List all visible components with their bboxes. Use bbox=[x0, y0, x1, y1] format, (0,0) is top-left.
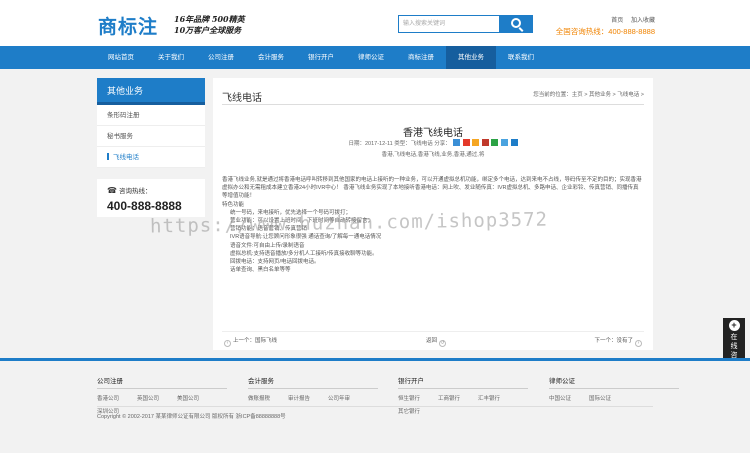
pager: ‹ 上一个：国际飞线 返回 ↺ 下一个：没有了 › bbox=[222, 331, 644, 347]
sidebar-item-secretary[interactable]: 秘书服务 bbox=[97, 126, 205, 147]
article-tags: 香港,飞线电话,香港飞线,业务,香港,通过,将 bbox=[381, 152, 485, 158]
footer-col-notary: 律师公证 中国公证 国际公证 bbox=[549, 375, 679, 406]
title-divider bbox=[222, 104, 644, 105]
slogan: 16年品牌 500精英 10万客户全球服务 bbox=[174, 14, 245, 36]
nav-item-home[interactable]: 网站首页 bbox=[96, 46, 146, 69]
body-line: 回拨电话：支持网页/电话回拨电话。 bbox=[230, 259, 320, 266]
footer-links: 中国公证 国际公证 bbox=[549, 393, 679, 406]
search-input[interactable]: 输入搜索关键词 bbox=[398, 15, 500, 33]
next-link-text: 下一个：没有了 bbox=[594, 338, 633, 344]
contact-box: ☎ 咨询热线： 400-888-8888 bbox=[97, 179, 205, 217]
body-heading: 特色功能 bbox=[222, 201, 245, 208]
share-plus-icon[interactable] bbox=[510, 139, 518, 146]
footer-col-bank: 银行开户 恒生银行 工商银行 汇丰银行其它银行 bbox=[398, 375, 528, 419]
nav-item-bank-account[interactable]: 银行开户 bbox=[296, 46, 346, 69]
footer-col-title[interactable]: 公司注册 bbox=[97, 375, 227, 389]
prev-link-text: 上一个：国际飞线 bbox=[233, 338, 278, 344]
nav-item-contact[interactable]: 联系我们 bbox=[496, 46, 546, 69]
footer-col-title[interactable]: 会计服务 bbox=[248, 375, 378, 389]
footer-link[interactable]: 香港公司 bbox=[97, 393, 137, 406]
footer-link[interactable]: 美国公司 bbox=[177, 393, 217, 406]
footer-link[interactable]: 恒生银行 bbox=[398, 393, 438, 406]
contact-label-row: ☎ 咨询热线： bbox=[107, 185, 195, 195]
slogan-line-1: 16年品牌 500精英 bbox=[174, 14, 245, 24]
sidebar-item-barcode[interactable]: 条形码注册 bbox=[97, 105, 205, 126]
search-button[interactable] bbox=[500, 15, 533, 33]
nav-item-company-registration[interactable]: 公司注册 bbox=[196, 46, 246, 69]
section-title: 飞线电话 bbox=[222, 93, 262, 104]
footer-col-title[interactable]: 律师公证 bbox=[549, 375, 679, 389]
article-meta: 日期：2017-12-11 类型：飞线电话 分享： bbox=[213, 139, 653, 147]
arrow-left-icon: ‹ bbox=[224, 340, 231, 347]
meta-text: 日期：2017-12-11 类型：飞线电话 分享： bbox=[348, 141, 451, 147]
body-line: 话单查询、黑白名单等等 bbox=[230, 267, 291, 274]
next-link[interactable]: 下一个：没有了 › bbox=[594, 336, 644, 347]
back-link[interactable]: 返回 ↺ bbox=[426, 336, 448, 347]
share-wechat-icon[interactable] bbox=[491, 139, 499, 146]
plus-icon: + bbox=[728, 320, 740, 331]
footer-link[interactable]: 英国公司 bbox=[137, 393, 177, 406]
body-paragraph: 香港飞线业务,就是通过将香港电话呼叫转移到其他国家的电话上接听的一种业务，可以开… bbox=[222, 177, 642, 200]
main-nav: 网站首页 关于我们 公司注册 会计服务 银行开户 律师公证 商标注册 其他业务 … bbox=[0, 46, 750, 69]
share-qzone-icon[interactable] bbox=[453, 139, 461, 146]
article-title: 香港飞线电话 bbox=[403, 128, 463, 139]
phone-icon: ☎ bbox=[107, 186, 117, 195]
footer: 公司注册 香港公司 英国公司 美国公司深圳公司 会计服务 做账报税 审计报告 公司年审 … bbox=[0, 361, 750, 453]
contact-number: 400-888-8888 bbox=[107, 199, 182, 213]
slogan-line-2: 10万客户全球服务 bbox=[174, 25, 242, 35]
footer-link[interactable]: 其它银行 bbox=[398, 406, 438, 419]
nav-item-notary[interactable]: 律师公证 bbox=[346, 46, 396, 69]
footer-divider bbox=[97, 406, 653, 407]
search-icon bbox=[511, 18, 521, 28]
return-icon: ↺ bbox=[439, 340, 447, 347]
share-renren-icon[interactable] bbox=[481, 139, 489, 146]
footer-link[interactable]: 中国公证 bbox=[549, 393, 589, 406]
top-links: 首页 加入收藏 bbox=[605, 15, 655, 24]
footer-link[interactable]: 汇丰银行 bbox=[478, 393, 518, 406]
header: 商标注 16年品牌 500精英 10万客户全球服务 输入搜索关键词 首页 加入收… bbox=[0, 0, 750, 46]
body-line: 语音文件:可自由上传/录制语音 bbox=[230, 242, 305, 249]
share-weibo-icon[interactable] bbox=[462, 139, 470, 146]
share-more-icon[interactable] bbox=[500, 139, 508, 146]
breadcrumb[interactable]: 您当前的位置：主页 > 其他业务 > 飞线电话 > bbox=[533, 90, 644, 98]
sidebar-list: 条形码注册 秘书服务 飞线电话 bbox=[97, 105, 205, 168]
footer-link[interactable]: 公司年审 bbox=[328, 393, 368, 406]
footer-col-title[interactable]: 银行开户 bbox=[398, 375, 528, 389]
sidebar: 其他业务 条形码注册 秘书服务 飞线电话 bbox=[97, 78, 205, 168]
arrow-right-icon: › bbox=[635, 340, 642, 347]
footer-link[interactable]: 审计报告 bbox=[288, 393, 328, 406]
contact-label: 咨询热线： bbox=[118, 188, 152, 195]
share-tweibo-icon[interactable] bbox=[472, 139, 480, 146]
nav-item-accounting[interactable]: 会计服务 bbox=[246, 46, 296, 69]
header-hotline: 全国咨询热线：400-888-8888 bbox=[555, 27, 655, 36]
footer-link[interactable]: 国际公证 bbox=[589, 393, 629, 406]
footer-links: 做账报税 审计报告 公司年审 bbox=[248, 393, 378, 406]
footer-col-accounting: 会计服务 做账报税 审计报告 公司年审 bbox=[248, 375, 378, 406]
consult-char: 在 bbox=[730, 334, 738, 341]
prev-link[interactable]: ‹ 上一个：国际飞线 bbox=[222, 336, 277, 347]
favorite-link[interactable]: 加入收藏 bbox=[631, 18, 655, 24]
back-link-text: 返回 bbox=[426, 338, 438, 344]
footer-link[interactable]: 做账报税 bbox=[248, 393, 288, 406]
nav-item-trademark[interactable]: 商标注册 bbox=[396, 46, 446, 69]
sidebar-item-flying-line[interactable]: 飞线电话 bbox=[97, 147, 205, 168]
nav-item-other-business[interactable]: 其他业务 bbox=[446, 46, 496, 69]
home-link[interactable]: 首页 bbox=[611, 18, 623, 24]
body-line: 虚拟总机:支持语音播放/多分机人工接听/传真接收聊等功能。 bbox=[230, 250, 378, 257]
copyright: Copyright © 2002-2017 某某律师公证有限公司 版权所有 浙I… bbox=[97, 414, 286, 420]
logo[interactable]: 商标注 bbox=[98, 12, 158, 39]
sidebar-title: 其他业务 bbox=[97, 78, 205, 105]
nav-item-about[interactable]: 关于我们 bbox=[146, 46, 196, 69]
footer-link[interactable]: 工商银行 bbox=[438, 393, 478, 406]
consult-char: 线 bbox=[730, 343, 738, 350]
